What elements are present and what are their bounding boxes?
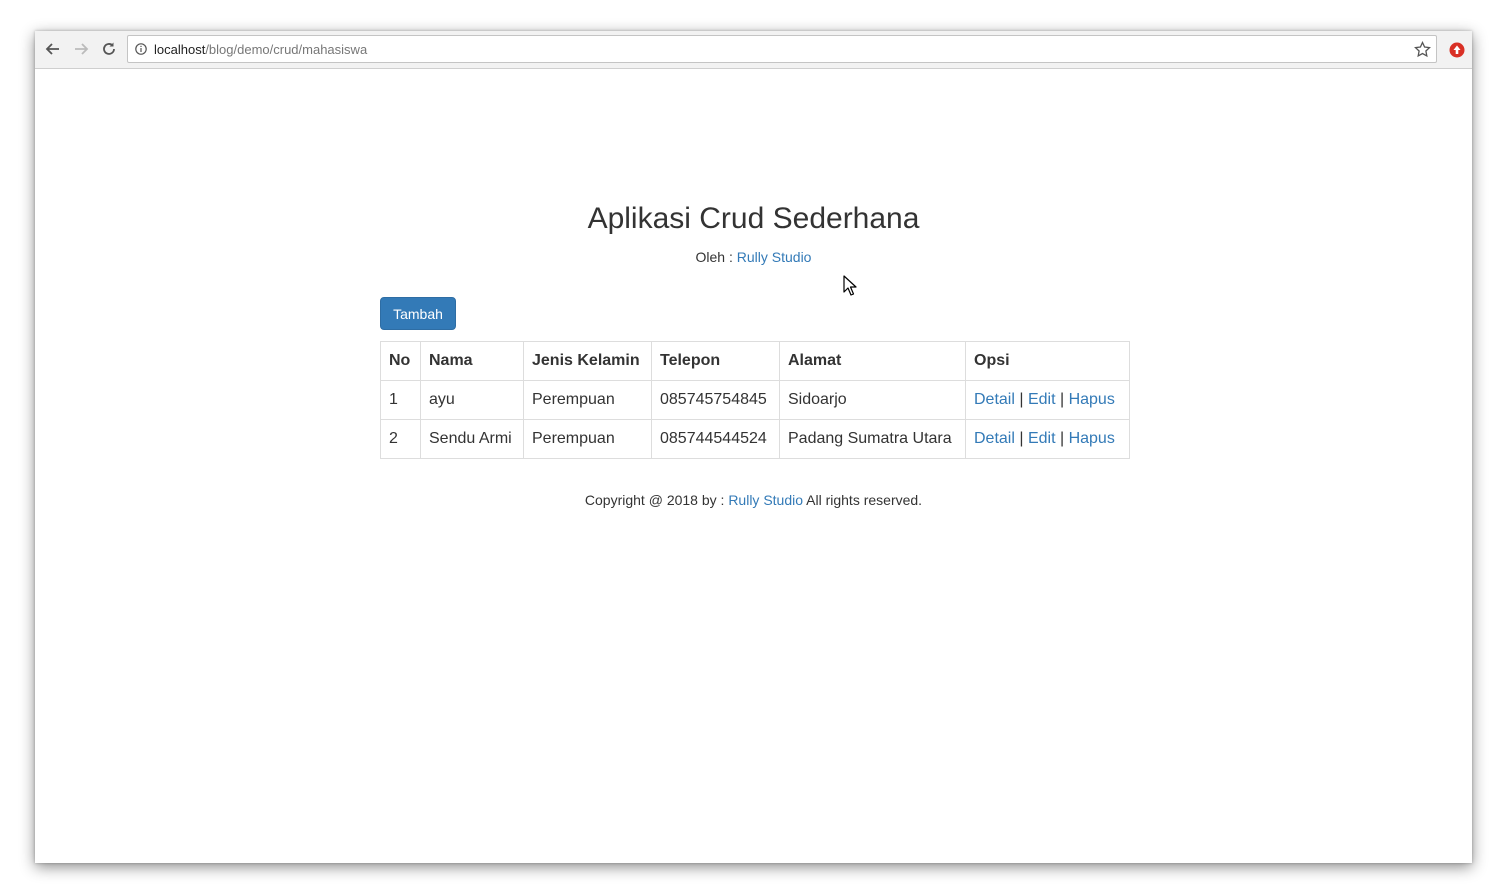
cell-nama: ayu — [420, 380, 524, 420]
edit-link[interactable]: Edit — [1028, 430, 1056, 447]
delete-link[interactable]: Hapus — [1069, 430, 1115, 447]
footer-link[interactable]: Rully Studio — [728, 492, 803, 508]
url-path: /blog/demo/crud/mahasiswa — [205, 42, 368, 57]
cell-telepon: 085745754845 — [651, 380, 780, 420]
bookmark-star-icon[interactable] — [1414, 41, 1431, 58]
page-content: Aplikasi Crud Sederhana Oleh : Rully Stu… — [35, 69, 1472, 863]
address-bar[interactable]: localhost/blog/demo/crud/mahasiswa — [127, 35, 1437, 63]
header-opsi: Opsi — [965, 341, 1130, 381]
cell-telepon: 085744544524 — [651, 419, 780, 459]
cell-alamat: Padang Sumatra Utara — [779, 419, 966, 459]
cell-no: 2 — [380, 419, 421, 459]
forward-button[interactable] — [70, 38, 92, 60]
author-line: Oleh : Rully Studio — [35, 249, 1472, 265]
header-telepon: Telepon — [651, 341, 780, 381]
cell-jenis-kelamin: Perempuan — [523, 380, 652, 420]
author-prefix: Oleh : — [695, 249, 737, 265]
browser-toolbar: localhost/blog/demo/crud/mahasiswa — [35, 31, 1472, 69]
url-text[interactable]: localhost/blog/demo/crud/mahasiswa — [154, 42, 367, 57]
extension-icon[interactable] — [1449, 42, 1465, 58]
arrow-left-icon — [45, 43, 59, 55]
info-icon[interactable] — [135, 43, 147, 55]
delete-link[interactable]: Hapus — [1069, 391, 1115, 408]
students-table: No Nama Jenis Kelamin Telepon Alamat Ops… — [380, 341, 1130, 459]
back-button[interactable] — [42, 38, 64, 60]
header-no: No — [380, 341, 421, 381]
footer-suffix: All rights reserved. — [803, 492, 923, 508]
cell-nama: Sendu Armi — [420, 419, 524, 459]
reload-button[interactable] — [98, 38, 120, 60]
footer-prefix: Copyright @ 2018 by : — [584, 492, 729, 508]
arrow-right-icon — [75, 43, 89, 55]
cell-alamat: Sidoarjo — [779, 380, 966, 420]
detail-link[interactable]: Detail — [974, 391, 1015, 408]
action-separator: | — [1014, 430, 1028, 447]
header-alamat: Alamat — [779, 341, 966, 381]
cell-opsi: Detail | Edit | Hapus — [965, 419, 1130, 459]
author-link[interactable]: Rully Studio — [737, 249, 812, 265]
header-nama: Nama — [420, 341, 524, 381]
table-row: 1 ayu Perempuan 085745754845 Sidoarjo De… — [380, 380, 1130, 420]
url-host: localhost — [154, 42, 206, 57]
add-button[interactable]: Tambah — [380, 297, 456, 330]
footer: Copyright @ 2018 by : Rully Studio All r… — [35, 492, 1472, 508]
browser-window: localhost/blog/demo/crud/mahasiswa Aplik… — [35, 31, 1472, 863]
table-header-row: No Nama Jenis Kelamin Telepon Alamat Ops… — [380, 341, 1130, 381]
cell-opsi: Detail | Edit | Hapus — [965, 380, 1130, 420]
action-separator: | — [1014, 391, 1028, 408]
mouse-cursor-icon — [843, 275, 857, 296]
page-title: Aplikasi Crud Sederhana — [587, 202, 920, 235]
cell-jenis-kelamin: Perempuan — [523, 419, 652, 459]
header-jenis-kelamin: Jenis Kelamin — [523, 341, 652, 381]
detail-link[interactable]: Detail — [974, 430, 1015, 447]
reload-icon — [103, 42, 115, 55]
action-separator: | — [1055, 391, 1069, 408]
edit-link[interactable]: Edit — [1028, 391, 1056, 408]
action-separator: | — [1055, 430, 1069, 447]
table-row: 2 Sendu Armi Perempuan 085744544524 Pada… — [380, 419, 1130, 459]
cell-no: 1 — [380, 380, 421, 420]
